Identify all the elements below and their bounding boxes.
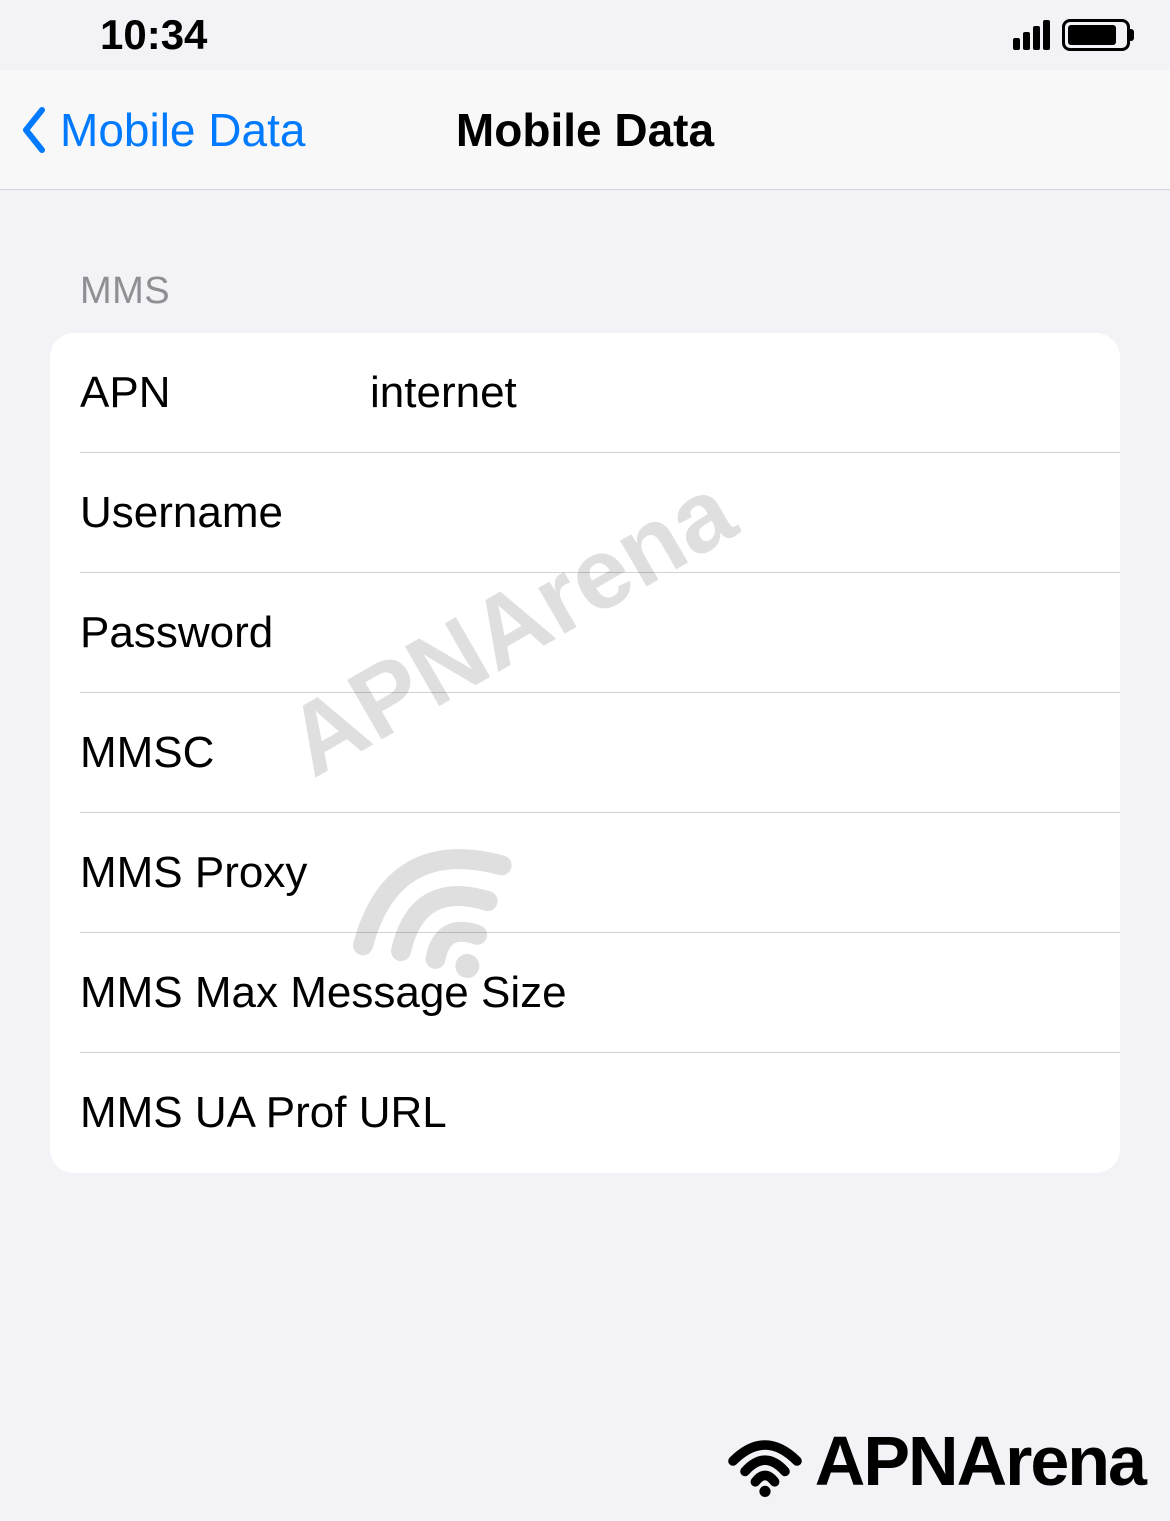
wifi-icon [720, 1421, 810, 1501]
mms-max-size-row[interactable]: MMS Max Message Size [50, 933, 1120, 1053]
mmsc-row[interactable]: MMSC [50, 693, 1120, 813]
footer-logo: APNArena [720, 1421, 1145, 1501]
apn-input[interactable] [370, 368, 1090, 418]
mms-ua-prof-row[interactable]: MMS UA Prof URL [50, 1053, 1120, 1173]
mms-settings-group: APN Username Password MMSC MMS Proxy MMS… [50, 333, 1120, 1173]
mms-ua-prof-label: MMS UA Prof URL [80, 1088, 447, 1138]
section-header-mms: MMS [80, 270, 1120, 313]
back-button[interactable]: Mobile Data [0, 103, 305, 157]
mms-proxy-row[interactable]: MMS Proxy [50, 813, 1120, 933]
status-time: 10:34 [100, 11, 207, 59]
cellular-signal-icon [1013, 20, 1050, 50]
navigation-bar: Mobile Data Mobile Data [0, 70, 1170, 190]
status-icons [1013, 19, 1130, 51]
page-title: Mobile Data [456, 103, 714, 157]
password-row[interactable]: Password [50, 573, 1120, 693]
back-label: Mobile Data [60, 103, 305, 157]
status-bar: 10:34 [0, 0, 1170, 70]
password-input[interactable] [370, 608, 1090, 658]
password-label: Password [80, 608, 370, 658]
mms-proxy-label: MMS Proxy [80, 848, 370, 898]
mmsc-label: MMSC [80, 728, 370, 778]
mms-ua-prof-input[interactable] [447, 1088, 1090, 1138]
mms-max-size-input[interactable] [567, 968, 1120, 1018]
content-area: MMS APN Username Password MMSC MMS Proxy [0, 190, 1170, 1173]
apn-label: APN [80, 368, 370, 418]
battery-icon [1062, 19, 1130, 51]
username-label: Username [80, 488, 370, 538]
username-input[interactable] [370, 488, 1090, 538]
apn-row[interactable]: APN [50, 333, 1120, 453]
username-row[interactable]: Username [50, 453, 1120, 573]
mms-proxy-input[interactable] [370, 848, 1090, 898]
footer-text: APNArena [815, 1421, 1145, 1501]
mms-max-size-label: MMS Max Message Size [80, 968, 567, 1018]
mmsc-input[interactable] [370, 728, 1090, 778]
chevron-left-icon [20, 105, 50, 155]
